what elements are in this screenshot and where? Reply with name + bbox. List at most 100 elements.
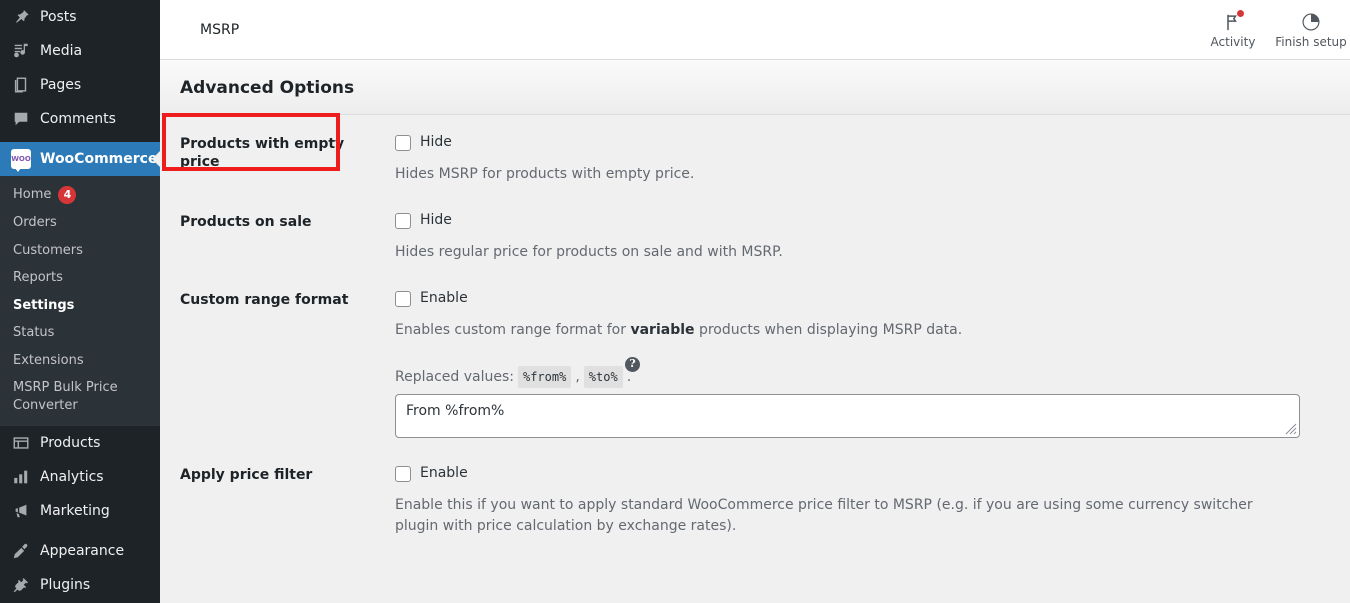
sidebar-item-marketing[interactable]: Marketing xyxy=(0,494,160,528)
advanced-options-heading: Advanced Options xyxy=(160,60,1350,115)
row-label: Products with empty price xyxy=(180,136,345,171)
comments-icon xyxy=(11,109,31,129)
sidebar-item-analytics[interactable]: Analytics xyxy=(0,460,160,494)
hide-on-sale-checkbox[interactable] xyxy=(395,212,411,229)
sidebar-item-extensions[interactable]: Extensions xyxy=(0,347,160,375)
submenu-item-label: MSRP Bulk Price Converter xyxy=(13,380,118,413)
range-format-input-wrap xyxy=(395,394,1300,438)
sidebar-item-appearance[interactable]: Appearance xyxy=(0,534,160,568)
submenu-item-label: Extensions xyxy=(13,352,84,368)
products-icon xyxy=(11,433,31,453)
custom-range-format-label[interactable]: Enable xyxy=(420,288,468,309)
apply-price-filter-label[interactable]: Enable xyxy=(420,463,468,484)
description-part-post: products when displaying MSRP data. xyxy=(694,322,963,338)
apply-price-filter-checkbox[interactable] xyxy=(395,465,411,482)
row-description: Enable this if you want to apply standar… xyxy=(395,497,1253,534)
activity-label: Activity xyxy=(1210,35,1256,49)
sidebar-item-posts[interactable]: Posts xyxy=(0,0,160,34)
sidebar-item-label: Media xyxy=(40,43,83,59)
admin-page: Posts Media Pages Comments WOO WooCommer… xyxy=(0,0,1350,603)
form-row-range-format-input: ? Replaced values: %from% , %to% . xyxy=(160,349,1350,446)
help-icon[interactable]: ? xyxy=(625,357,640,372)
sidebar-item-pages[interactable]: Pages xyxy=(0,68,160,102)
finish-setup-progress-icon xyxy=(1301,11,1321,33)
sidebar-item-label: Marketing xyxy=(40,503,110,520)
main-content: MSRP Activity Finish setup Advanced Opti… xyxy=(160,0,1350,603)
form-row-apply-price-filter: Apply price filter Enable Enable this if… xyxy=(160,446,1350,545)
apply-price-filter-field[interactable]: Enable xyxy=(395,463,1340,484)
woo-logo-text: WOO xyxy=(11,155,31,163)
row-description: Enables custom range format for variable… xyxy=(395,320,1275,341)
analytics-icon xyxy=(11,467,31,487)
plugins-icon xyxy=(11,575,31,595)
finish-setup-button[interactable]: Finish setup xyxy=(1272,0,1350,59)
activity-button[interactable]: Activity xyxy=(1194,0,1272,59)
hide-empty-price-field[interactable]: Hide xyxy=(395,132,1340,153)
sidebar-item-orders[interactable]: Orders xyxy=(0,209,160,237)
token-to: %to% xyxy=(583,366,623,388)
custom-range-format-field[interactable]: Enable xyxy=(395,288,1340,309)
woocommerce-submenu: Home 4 Orders Customers Reports Settings… xyxy=(0,176,160,427)
replaced-values-label: Replaced values: xyxy=(395,368,514,385)
hide-on-sale-field[interactable]: Hide xyxy=(395,210,1340,231)
activity-flag-icon xyxy=(1223,10,1244,33)
range-format-field: ? Replaced values: %from% , %to% . xyxy=(395,349,1350,446)
sidebar-item-label: Comments xyxy=(40,111,116,127)
activity-notification-dot xyxy=(1237,10,1244,17)
sidebar-item-products[interactable]: Products xyxy=(0,426,160,460)
row-field: Hide Hides MSRP for products with empty … xyxy=(395,115,1350,193)
sidebar-item-customers[interactable]: Customers xyxy=(0,237,160,265)
row-description: Hides regular price for products on sale… xyxy=(395,244,783,260)
woocommerce-activity-bar: MSRP Activity Finish setup xyxy=(160,0,1350,60)
form-row-products-on-sale: Products on sale Hide Hides regular pric… xyxy=(160,193,1350,271)
submenu-item-label: Orders xyxy=(13,215,57,230)
form-row-custom-range-format: Custom range format Enable Enables custo… xyxy=(160,271,1350,349)
row-field: Enable Enable this if you want to apply … xyxy=(395,446,1350,545)
sidebar-item-home[interactable]: Home 4 xyxy=(0,181,160,209)
form-row-products-empty-price: Products with empty price Hide Hides MSR… xyxy=(160,115,1350,193)
sidebar-item-media[interactable]: Media xyxy=(0,34,160,68)
token-separator: , xyxy=(575,368,580,385)
row-label-empty xyxy=(160,349,395,446)
sidebar-item-status[interactable]: Status xyxy=(0,319,160,347)
row-description: Hides MSRP for products with empty price… xyxy=(395,166,695,182)
token-from: %from% xyxy=(517,366,572,388)
media-icon xyxy=(11,41,31,61)
sidebar-item-plugins[interactable]: Plugins xyxy=(0,568,160,602)
hide-empty-price-checkbox[interactable] xyxy=(395,134,411,151)
sidebar-item-comments[interactable]: Comments xyxy=(0,102,160,136)
home-count-badge: 4 xyxy=(58,186,77,204)
activity-bar-actions: Activity Finish setup xyxy=(1194,0,1350,59)
settings-panel: Advanced Options Products with empty pri… xyxy=(160,60,1350,545)
sidebar-item-settings[interactable]: Settings xyxy=(0,292,160,320)
woocommerce-icon: WOO xyxy=(11,149,31,172)
row-label: Products on sale xyxy=(180,214,312,230)
description-part-pre: Enables custom range format for xyxy=(395,322,631,338)
submenu-item-label: Reports xyxy=(13,270,63,286)
row-field: Enable Enables custom range format for v… xyxy=(395,271,1350,349)
description-emphasis: variable xyxy=(630,322,695,338)
marketing-icon xyxy=(11,501,31,521)
sidebar-item-label: Appearance xyxy=(40,543,125,560)
sidebar-top-group: Posts Media Pages Comments WOO WooCommer… xyxy=(0,0,160,602)
woo-logo-badge: WOO xyxy=(11,149,31,172)
submenu-item-label: Home xyxy=(13,187,52,203)
custom-range-format-checkbox[interactable] xyxy=(395,290,411,307)
replaced-values-line: Replaced values: %from% , %to% . xyxy=(395,366,1340,388)
hide-on-sale-label[interactable]: Hide xyxy=(420,210,452,231)
appearance-icon xyxy=(11,541,31,561)
row-label: Custom range format xyxy=(180,292,349,308)
sidebar-item-msrp-bulk-price-converter[interactable]: MSRP Bulk Price Converter xyxy=(0,374,160,419)
section-header-wrap: Advanced Options xyxy=(160,60,1350,171)
pages-icon xyxy=(11,75,31,95)
range-format-textarea[interactable] xyxy=(395,394,1300,438)
sidebar-item-reports[interactable]: Reports xyxy=(0,264,160,292)
hide-empty-price-label[interactable]: Hide xyxy=(420,132,452,153)
submenu-item-label: Status xyxy=(13,325,55,341)
sidebar-item-label: Pages xyxy=(40,77,82,93)
sidebar-item-label: WooCommerce xyxy=(40,151,158,167)
pin-icon xyxy=(11,7,31,27)
sidebar-item-label: Posts xyxy=(40,9,77,25)
advanced-options-form: Products with empty price Hide Hides MSR… xyxy=(160,115,1350,545)
sidebar-item-woocommerce[interactable]: WOO WooCommerce xyxy=(0,142,160,176)
